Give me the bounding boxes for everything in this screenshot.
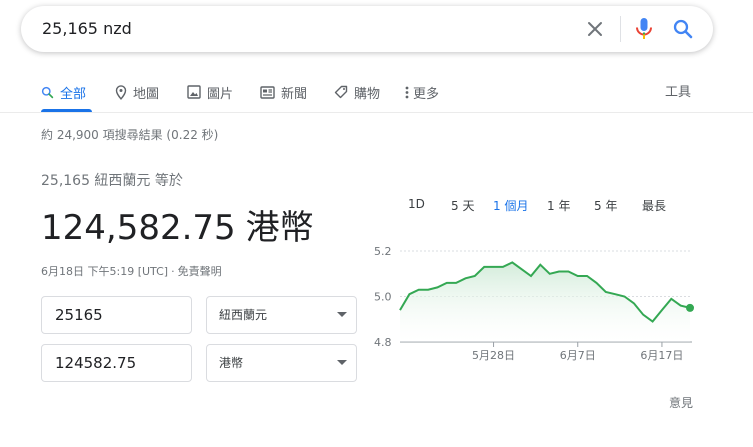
timestamp-separator: · [171,265,175,278]
result-value: 124,582.75 [41,208,236,248]
disclaimer-link[interactable]: 免責聲明 [178,265,222,278]
y-tick-label: 4.8 [374,336,392,349]
search-icon [41,86,54,98]
tab-more[interactable]: 更多 [405,81,439,103]
x-tick-label: 6月7日 [560,349,596,362]
conversion-result: 124,582.75 港幣 [41,200,314,249]
tab-label: 地圖 [133,86,160,102]
tab-label: 更多 [413,86,440,102]
to-amount-input[interactable]: 124582.75 [41,344,192,382]
tab-label: 全部 [60,86,87,102]
range-tab-1m[interactable]: 1 個月 [493,197,528,214]
chart-svg: 5.2 5.0 4.8 5月28日 6月7日 6月17日 [374,245,694,362]
from-amount-input[interactable]: 25165 [41,296,192,334]
tab-news[interactable]: 新聞 [260,81,307,103]
y-tick-label: 5.2 [374,245,392,258]
tab-images[interactable]: 圖片 [187,81,233,103]
to-currency-label: 港幣 [219,356,244,370]
tab-label: 購物 [354,86,381,102]
x-tick-label: 5月28日 [472,349,515,362]
range-tab-1y[interactable]: 1 年 [547,197,570,214]
from-currency-select[interactable]: 紐西蘭元 [206,296,357,334]
tabs-divider [0,112,753,113]
chart-area [400,262,690,342]
result-stats: 約 24,900 項搜尋結果 (0.22 秒) [41,128,219,142]
tab-label: 新聞 [281,86,308,102]
search-box[interactable]: 25,165 nzd [21,6,713,52]
range-tab-1d[interactable]: 1D [408,197,425,211]
range-tab-max[interactable]: 最長 [642,197,666,214]
search-input[interactable]: 25,165 nzd [42,19,132,38]
search-divider [620,16,621,42]
feedback-link[interactable]: 意見 [669,394,693,411]
exchange-rate-chart[interactable]: 5.2 5.0 4.8 5月28日 6月7日 6月17日 [370,236,700,366]
tag-icon [334,85,348,99]
range-tab-5d[interactable]: 5 天 [451,197,474,214]
tab-label: 圖片 [207,86,234,102]
conversion-source-label: 25,165 紐西蘭元 等於 [41,173,183,189]
timestamp-text: 6月18日 下午5:19 [UTC] [41,265,169,278]
search-icon[interactable] [671,17,695,41]
tab-maps[interactable]: 地圖 [115,81,159,103]
close-icon[interactable] [583,17,607,41]
result-currency: 港幣 [245,208,314,248]
search-tabs: 全部 地圖 圖片 新聞 購物 更多 工具 [0,78,753,112]
image-icon [187,85,201,99]
tools-button[interactable]: 工具 [665,81,691,100]
tab-shopping[interactable]: 購物 [334,81,380,103]
more-vert-icon [405,86,409,98]
mic-icon[interactable] [632,16,656,42]
rate-timestamp: 6月18日 下午5:19 [UTC] · 免責聲明 [41,263,222,279]
caret-down-icon [337,360,347,365]
from-currency-label: 紐西蘭元 [219,308,268,322]
range-tab-5y[interactable]: 5 年 [594,197,617,214]
to-currency-select[interactable]: 港幣 [206,344,357,382]
x-tick-label: 6月17日 [640,349,683,362]
tab-all[interactable]: 全部 [41,81,86,103]
y-tick-label: 5.0 [374,291,392,304]
caret-down-icon [337,312,347,317]
map-pin-icon [115,84,127,100]
news-icon [260,85,275,99]
chart-end-point [686,303,694,312]
